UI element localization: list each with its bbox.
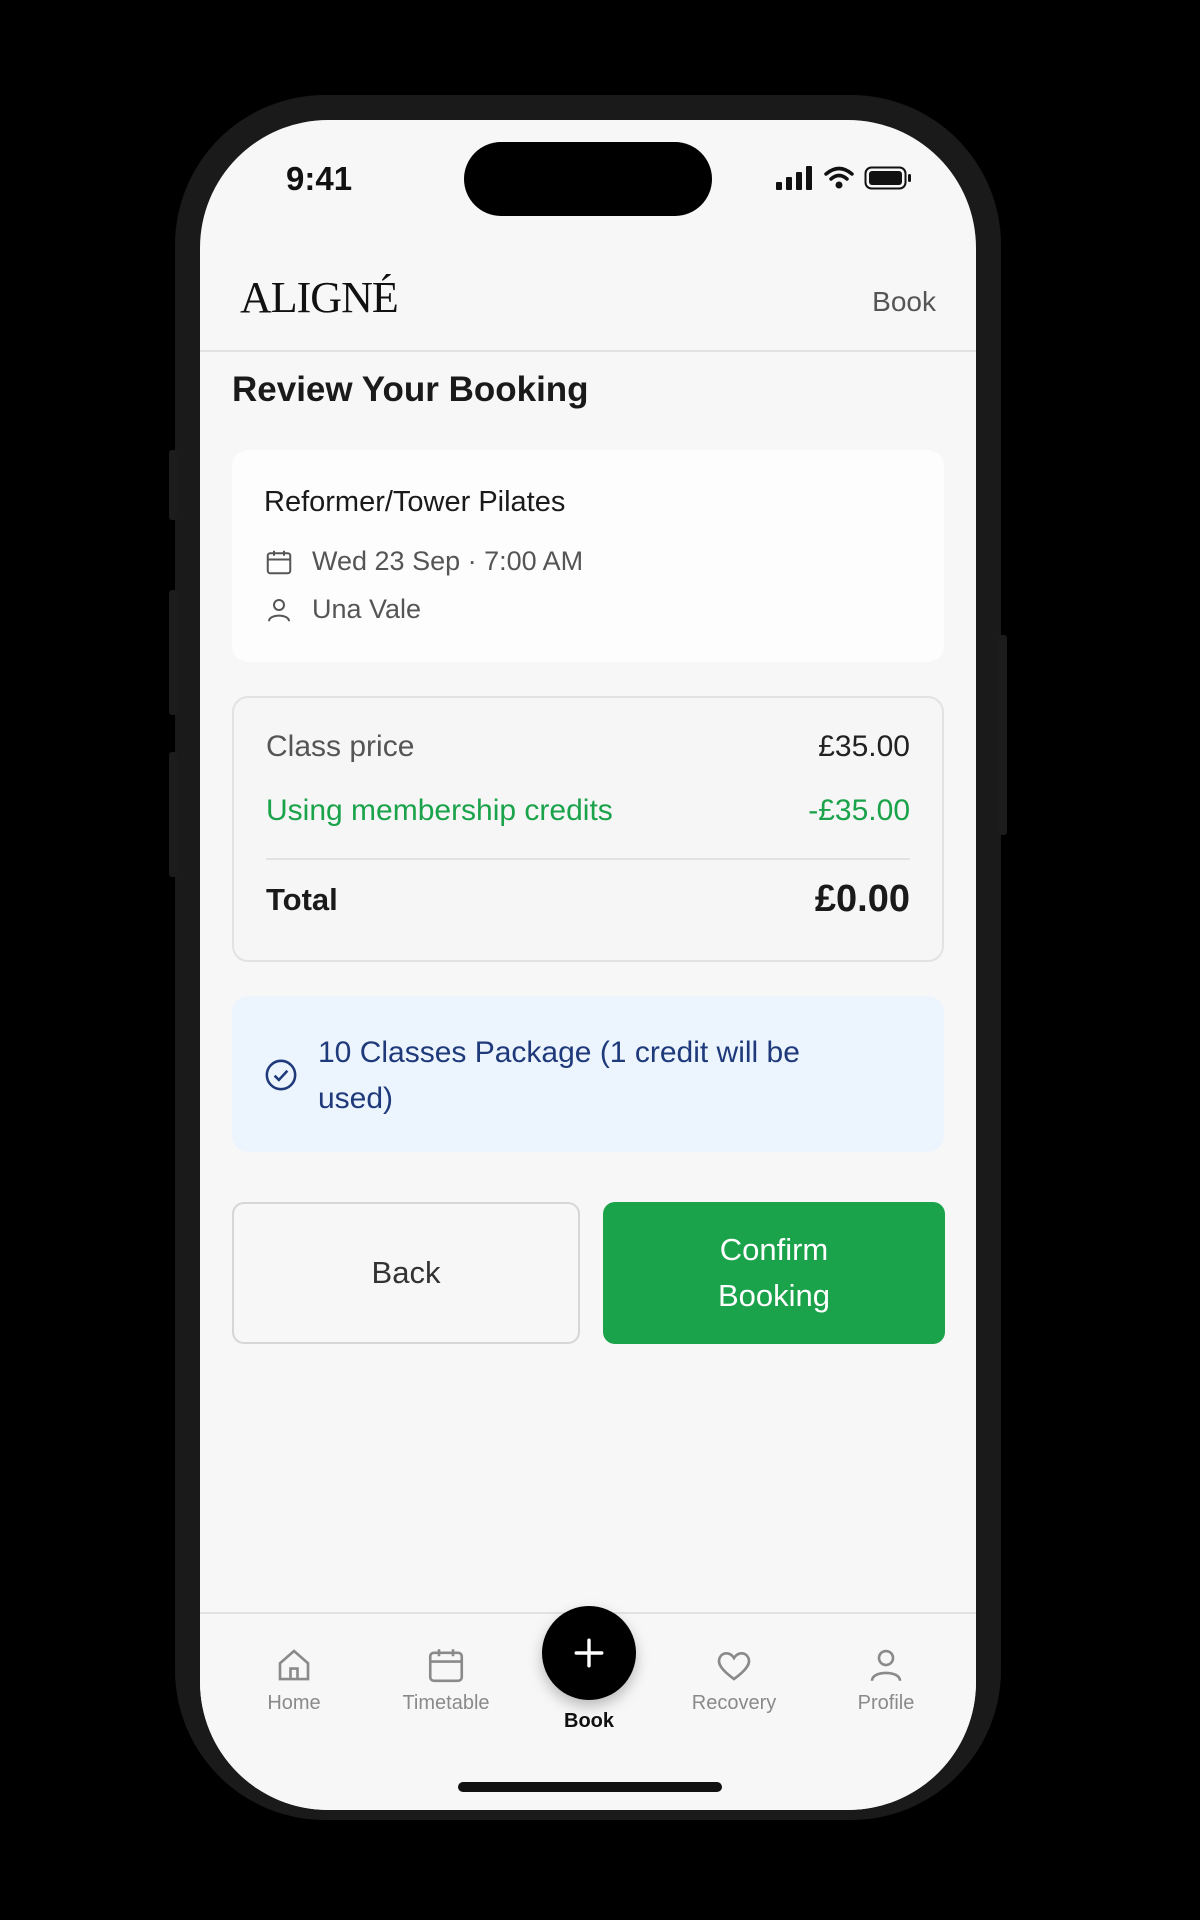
class-instructor: Una Vale bbox=[312, 594, 422, 624]
credits-label: Using membership credits bbox=[266, 794, 613, 827]
package-info-card: 10 Classes Package (1 credit will be use… bbox=[232, 996, 944, 1152]
credits-value: -£35.00 bbox=[808, 794, 910, 827]
brand-logo[interactable]: ALIGNÉ bbox=[240, 272, 399, 323]
class-price-label: Class price bbox=[266, 730, 415, 763]
volume-up-button bbox=[169, 590, 177, 715]
tab-profile-label: Profile bbox=[857, 1692, 915, 1714]
wifi-icon bbox=[824, 166, 854, 189]
plus-icon bbox=[574, 1638, 604, 1668]
action-button bbox=[169, 450, 177, 520]
tab-home[interactable]: Home bbox=[234, 1644, 354, 1715]
header-book-link[interactable]: Book bbox=[872, 286, 936, 318]
class-price-row: Class price £35.00 bbox=[266, 730, 910, 764]
battery-icon bbox=[864, 166, 911, 190]
class-instructor-row: Una Vale bbox=[264, 594, 421, 625]
heart-icon bbox=[717, 1651, 751, 1681]
calendar-icon bbox=[428, 1649, 464, 1683]
tab-recovery[interactable]: Recovery bbox=[674, 1644, 794, 1715]
tab-timetable-label: Timetable bbox=[402, 1692, 490, 1714]
volume-down-button bbox=[169, 752, 177, 877]
total-label: Total bbox=[266, 881, 338, 917]
price-divider bbox=[266, 858, 910, 860]
total-value: £0.00 bbox=[814, 878, 910, 920]
confirm-booking-button[interactable]: Confirm Booking bbox=[603, 1202, 945, 1344]
credits-row: Using membership credits -£35.00 bbox=[266, 794, 910, 828]
tab-timetable[interactable]: Timetable bbox=[386, 1644, 506, 1715]
class-datetime-row: Wed 23 Sep · 7:00 AM bbox=[264, 546, 583, 577]
book-fab-button[interactable] bbox=[542, 1606, 636, 1700]
class-datetime: Wed 23 Sep · 7:00 AM bbox=[312, 546, 584, 576]
price-summary-card: Class price £35.00 Using membership cred… bbox=[232, 696, 944, 962]
package-info-text: 10 Classes Package (1 credit will be use… bbox=[318, 1036, 800, 1115]
calendar-icon bbox=[266, 550, 292, 574]
app-screen: 9:41 ALIGNÉ Book Review Your Booking Ref… bbox=[200, 120, 976, 1810]
app-header: ALIGNÉ Book bbox=[200, 250, 976, 352]
user-icon bbox=[268, 598, 290, 622]
tab-home-label: Home bbox=[267, 1692, 321, 1714]
home-indicator[interactable] bbox=[458, 1782, 722, 1792]
total-row: Total £0.00 bbox=[266, 878, 910, 921]
check-circle-icon bbox=[265, 1059, 297, 1091]
back-button[interactable]: Back bbox=[232, 1202, 580, 1344]
status-icons bbox=[776, 166, 912, 190]
page-title: Review Your Booking bbox=[232, 370, 589, 409]
home-icon bbox=[278, 1649, 310, 1681]
status-time: 9:41 bbox=[286, 160, 353, 197]
user-icon bbox=[870, 1649, 902, 1682]
power-button bbox=[999, 635, 1007, 835]
class-summary-card: Reformer/Tower Pilates Wed 23 Sep · 7:00… bbox=[232, 450, 944, 662]
bottom-tab-bar: Home Timetable Book Recovery Profile bbox=[200, 1606, 976, 1810]
class-price-value: £35.00 bbox=[818, 730, 910, 763]
signal-icon bbox=[776, 166, 812, 190]
tab-recovery-label: Recovery bbox=[691, 1692, 777, 1714]
dynamic-island bbox=[464, 142, 712, 216]
class-name: Reformer/Tower Pilates bbox=[264, 486, 566, 518]
tab-profile[interactable]: Profile bbox=[826, 1644, 946, 1715]
tab-book-label[interactable]: Book bbox=[542, 1710, 636, 1733]
